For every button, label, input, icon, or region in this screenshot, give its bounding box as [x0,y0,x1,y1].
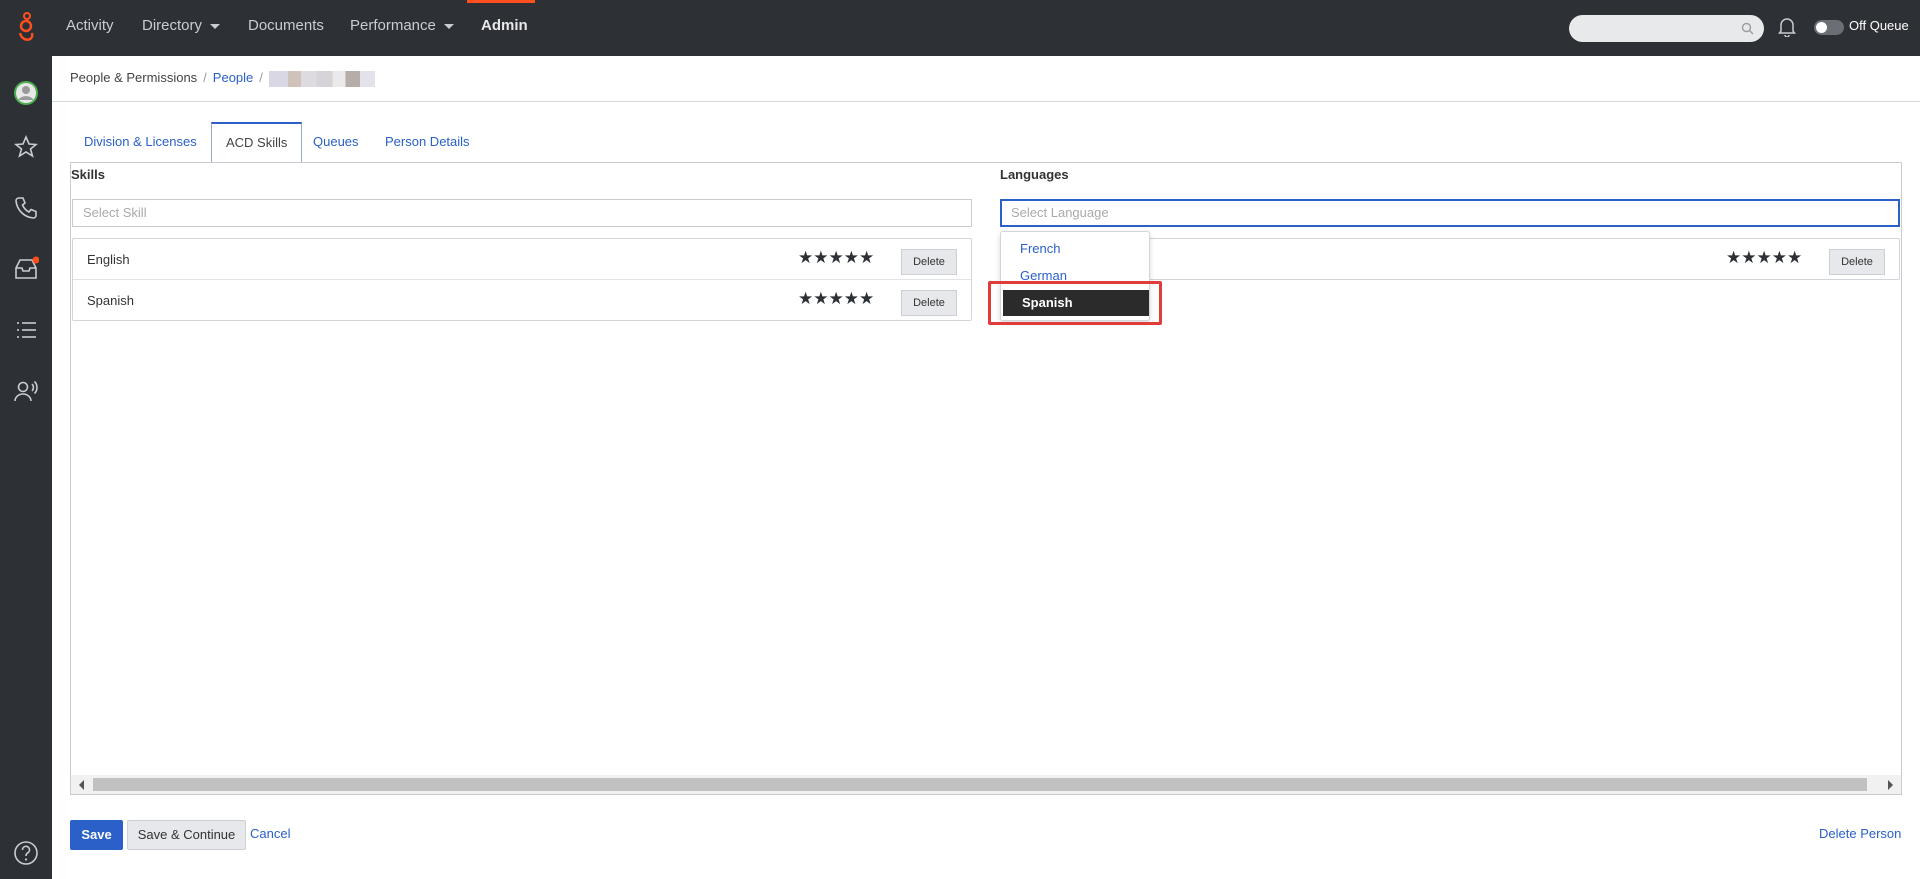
nav-admin[interactable]: Admin [481,0,528,56]
skill-name: Spanish [87,293,134,308]
queue-status-label: Off Queue [1849,18,1909,33]
queue-toggle[interactable] [1814,20,1844,35]
bell-icon[interactable] [1778,17,1796,37]
skill-row: Spanish ★★★★★ Delete [73,280,971,321]
skill-rating-stars[interactable]: ★★★★★ [798,248,874,268]
search-icon [1741,22,1754,35]
list-icon[interactable] [13,317,39,343]
divider [52,101,1920,102]
nav-directory[interactable]: Directory [142,0,221,56]
delete-person-button[interactable]: Delete Person [1819,826,1901,841]
help-icon[interactable] [13,840,39,866]
dropdown-option-french[interactable]: French [1001,236,1149,262]
breadcrumb-separator: / [203,70,207,85]
top-navigation-bar: Activity Directory Documents Performance… [0,0,1920,56]
skill-name: English [87,252,130,267]
scroll-left-icon[interactable] [79,780,84,790]
nav-documents[interactable]: Documents [248,0,324,56]
skills-heading: Skills [71,167,105,182]
tab-queues[interactable]: Queues [299,122,373,163]
global-search-input[interactable] [1569,15,1764,42]
breadcrumb: People & Permissions / People / [70,70,375,87]
horizontal-scrollbar[interactable] [71,775,1901,794]
nav-performance[interactable]: Performance [350,0,454,56]
breadcrumb-people[interactable]: People [213,70,253,85]
star-icon[interactable] [13,134,39,160]
nav-activity[interactable]: Activity [66,0,114,56]
user-voice-icon[interactable] [13,378,39,404]
scrollbar-thumb[interactable] [93,778,1867,791]
tab-person-details[interactable]: Person Details [371,122,484,163]
tab-acd-skills[interactable]: ACD Skills [211,122,303,163]
inbox-icon[interactable] [13,256,39,282]
left-sidebar [0,56,52,879]
cancel-button[interactable]: Cancel [250,826,290,841]
chevron-down-icon [210,23,221,29]
select-skill-input[interactable]: Select Skill [72,199,972,227]
breadcrumb-people-permissions[interactable]: People & Permissions [70,70,197,85]
toggle-knob [1816,22,1827,33]
save-button[interactable]: Save [70,820,123,850]
skill-row: English ★★★★★ Delete [73,239,971,280]
chevron-down-icon [443,23,454,29]
save-continue-button[interactable]: Save & Continue [127,820,246,850]
language-rating-stars[interactable]: ★★★★★ [1726,248,1802,268]
avatar[interactable] [13,80,39,106]
languages-heading: Languages [1000,167,1069,182]
select-language-input[interactable]: Select Language [1000,199,1900,227]
highlight-annotation [988,281,1162,325]
phone-icon[interactable] [13,195,39,221]
genesys-logo-icon[interactable] [14,12,38,44]
redacted-person-name [268,70,375,87]
delete-skill-button[interactable]: Delete [901,249,957,275]
scroll-right-icon[interactable] [1888,780,1893,790]
skill-rating-stars[interactable]: ★★★★★ [798,289,874,309]
skills-list: English ★★★★★ Delete Spanish ★★★★★ Delet… [72,238,972,321]
tab-division-licenses[interactable]: Division & Licenses [70,122,211,163]
delete-skill-button[interactable]: Delete [901,290,957,316]
delete-language-button[interactable]: Delete [1829,249,1885,275]
breadcrumb-separator: / [259,70,263,85]
